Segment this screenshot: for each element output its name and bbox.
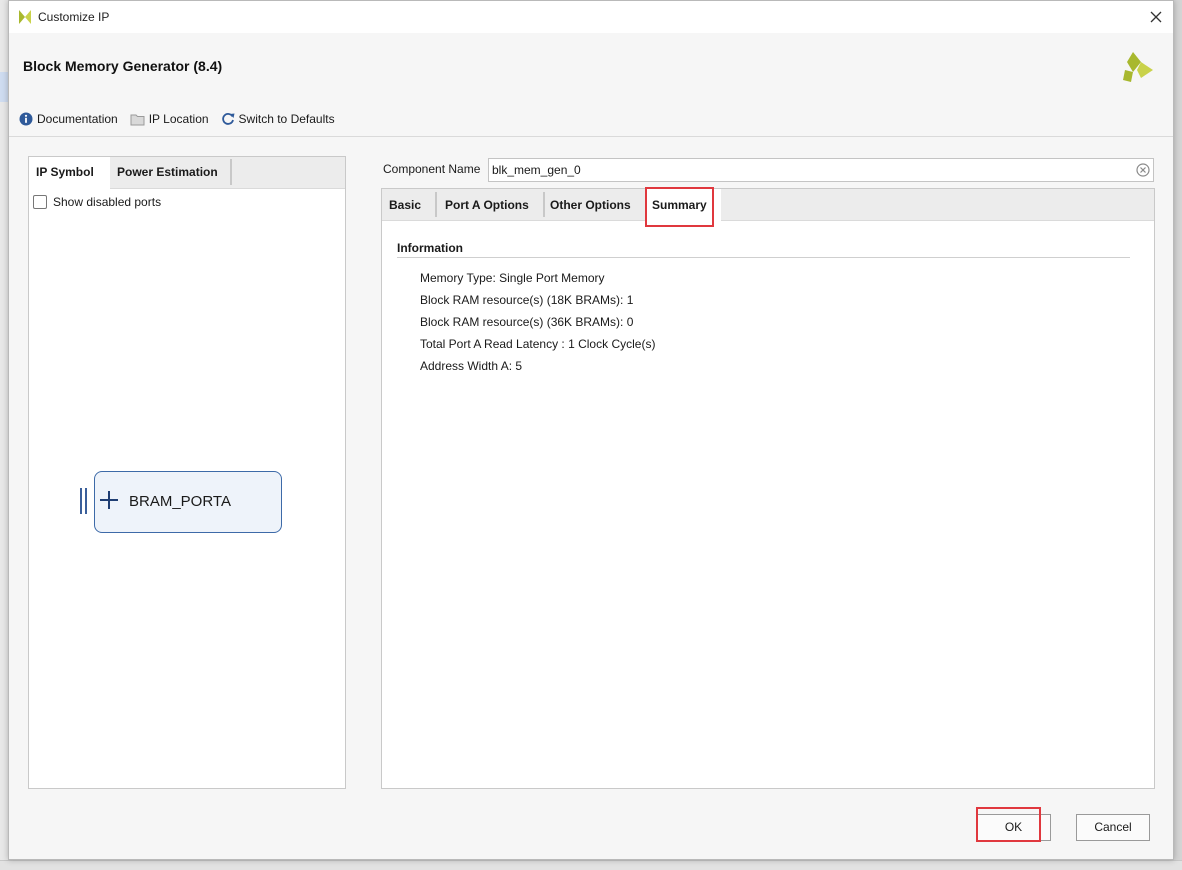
ip-location-label: IP Location [148,112,209,126]
background-app-edge [0,0,8,869]
dialog-header: Block Memory Generator (8.4) Documentati… [9,33,1173,137]
component-name-label: Component Name [383,162,481,176]
ip-symbol-panel: IP Symbol Power Estimation Show disabled… [28,156,346,789]
info-icon [19,112,33,126]
port-bus-connector [80,488,89,514]
tab-power-estimation[interactable]: Power Estimation [110,157,228,188]
switch-to-defaults-label: Switch to Defaults [238,112,335,126]
close-button[interactable] [1145,6,1167,28]
window-title: Customize IP [38,10,110,24]
title-bar: Customize IP [9,1,1173,33]
ok-button[interactable]: OK [976,814,1051,841]
customize-ip-dialog: Customize IP Block Memory Generator (8.4… [8,0,1174,860]
port-label: BRAM_PORTA [129,493,231,510]
documentation-button[interactable]: Documentation [19,112,118,126]
read-latency-line: Total Port A Read Latency : 1 Clock Cycl… [420,337,656,351]
tab-divider [230,159,232,185]
show-disabled-ports-label: Show disabled ports [53,195,162,209]
address-width-line: Address Width A: 5 [420,359,523,373]
tab-port-a-options[interactable]: Port A Options [438,189,542,220]
information-heading: Information [397,241,463,255]
bram-36k-line: Block RAM resource(s) (36K BRAMs): 0 [420,315,634,329]
refresh-icon [221,113,235,125]
show-disabled-ports-checkbox[interactable] [33,195,47,209]
xilinx-logo-icon [1123,52,1153,82]
ip-title: Block Memory Generator (8.4) [23,58,223,74]
close-icon [1150,11,1162,23]
configuration-panel: Basic Port A Options Other Options Summa… [381,188,1155,789]
clear-icon[interactable] [1136,163,1150,177]
header-toolbar: Documentation IP Location Switch to Defa… [19,109,347,129]
tab-summary[interactable]: Summary [645,189,721,221]
left-tab-bar: IP Symbol Power Estimation [29,157,345,189]
summary-info-list: Memory Type: Single Port Memory Block RA… [420,267,655,377]
config-tab-bar: Basic Port A Options Other Options Summa… [382,189,1154,221]
background-app-selection [0,72,8,102]
component-name-input[interactable]: blk_mem_gen_0 [488,158,1154,182]
cancel-button[interactable]: Cancel [1076,814,1150,841]
expand-port-plus-icon[interactable] [100,491,118,509]
folder-icon [130,114,145,125]
tab-divider [435,192,437,217]
xilinx-logo-icon [19,10,31,24]
tab-other-options[interactable]: Other Options [543,189,643,220]
ip-location-button[interactable]: IP Location [130,112,209,126]
section-divider [397,257,1130,258]
show-disabled-ports-row[interactable]: Show disabled ports [33,195,161,209]
switch-to-defaults-button[interactable]: Switch to Defaults [221,112,335,126]
tab-ip-symbol[interactable]: IP Symbol [29,157,110,189]
documentation-label: Documentation [37,112,118,126]
component-name-value: blk_mem_gen_0 [492,163,581,177]
bram-18k-line: Block RAM resource(s) (18K BRAMs): 1 [420,293,634,307]
memory-type-line: Memory Type: Single Port Memory [420,271,605,285]
ip-symbol-block: BRAM_PORTA [94,471,282,533]
tab-basic[interactable]: Basic [382,189,434,220]
